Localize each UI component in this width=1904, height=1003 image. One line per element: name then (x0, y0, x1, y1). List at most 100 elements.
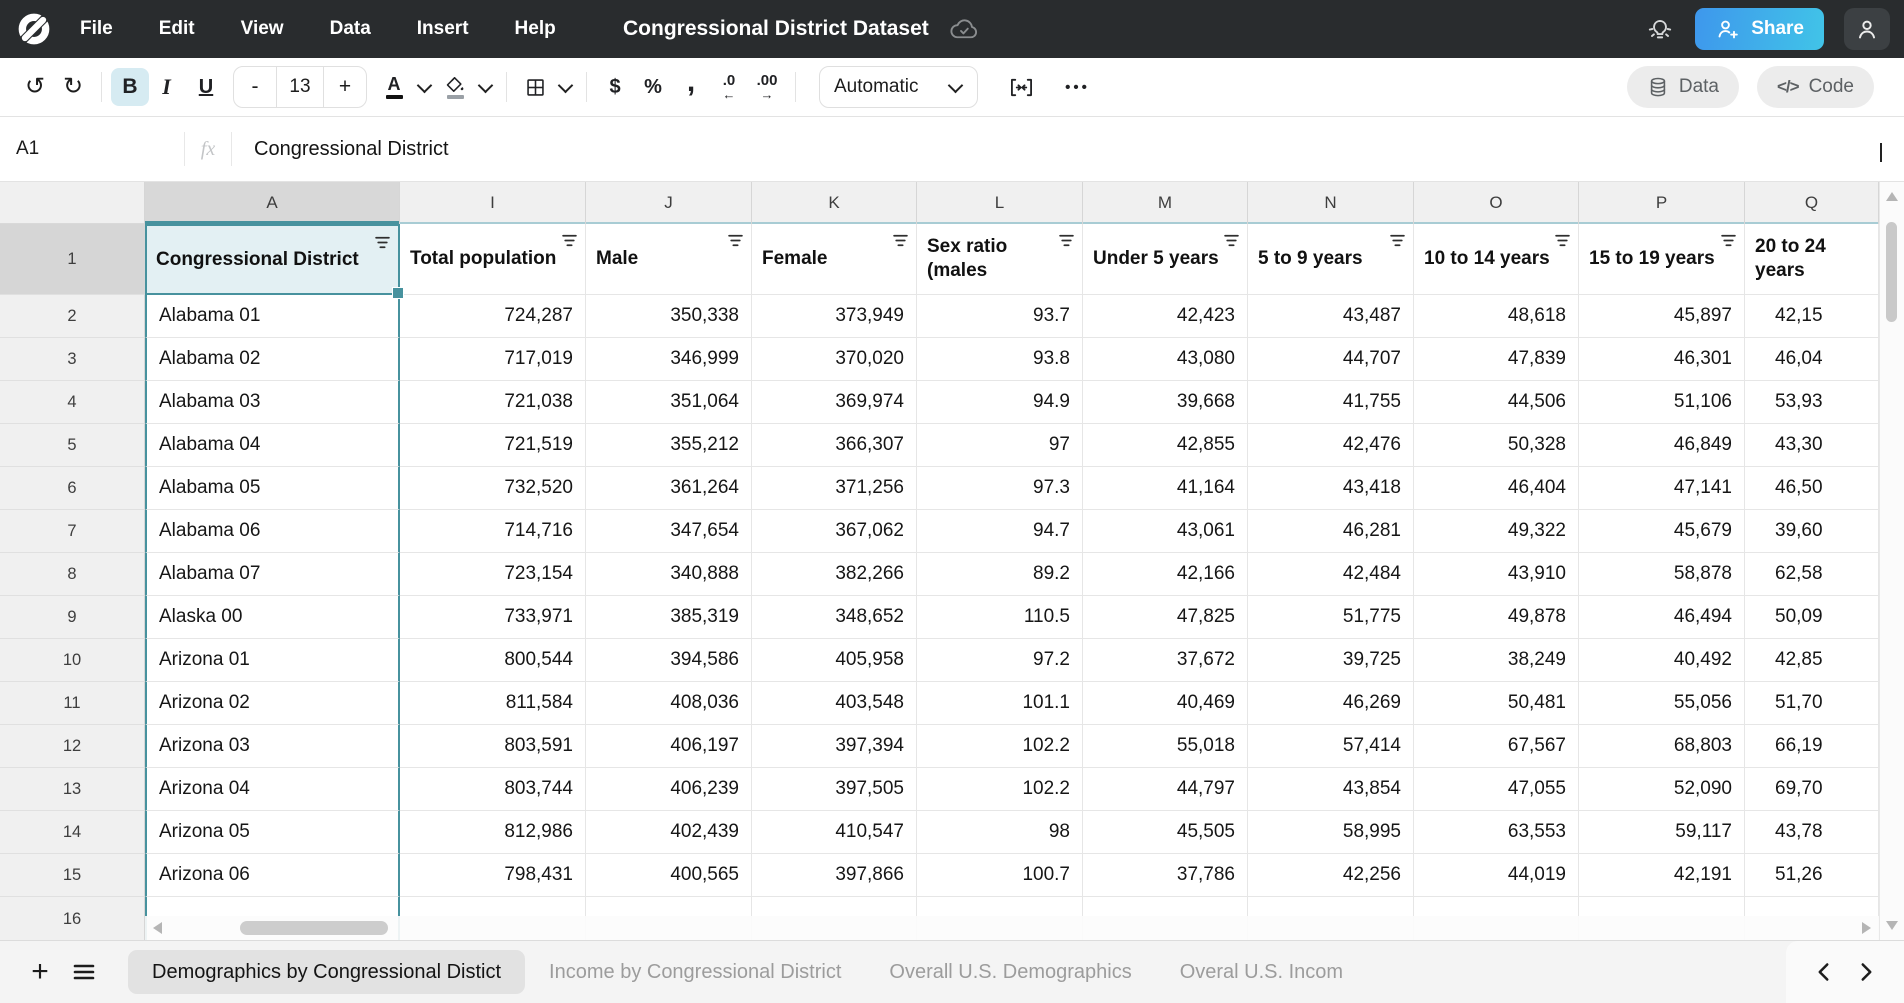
filter-icon[interactable] (1389, 233, 1406, 248)
cell-N2[interactable]: 43,487 (1248, 295, 1414, 338)
sheet-list-button[interactable] (62, 950, 106, 994)
cell-J7[interactable]: 347,654 (586, 510, 752, 553)
cell-A9[interactable]: Alaska 00 (145, 596, 400, 639)
column-header-J[interactable]: J (586, 182, 752, 224)
menu-file[interactable]: File (80, 18, 113, 40)
header-cell-M1[interactable]: Under 5 years (1083, 224, 1248, 295)
row-header-9[interactable]: 9 (0, 596, 145, 639)
row-header-7[interactable]: 7 (0, 510, 145, 553)
cell-Q13[interactable]: 69,70 (1745, 768, 1879, 811)
row-header-2[interactable]: 2 (0, 295, 145, 338)
bold-button[interactable]: B (111, 68, 149, 106)
formula-bar-expand-button[interactable] (1878, 143, 1884, 161)
row-header-15[interactable]: 15 (0, 854, 145, 897)
cell-K4[interactable]: 369,974 (752, 381, 917, 424)
cell-O8[interactable]: 43,910 (1414, 553, 1579, 596)
cell-I2[interactable]: 724,287 (400, 295, 586, 338)
number-format-dropdown[interactable]: Automatic (819, 66, 978, 108)
data-panel-button[interactable]: Data (1627, 66, 1739, 108)
cell-J4[interactable]: 351,064 (586, 381, 752, 424)
row-header-5[interactable]: 5 (0, 424, 145, 467)
cell-L2[interactable]: 93.7 (917, 295, 1083, 338)
cell-O2[interactable]: 48,618 (1414, 295, 1579, 338)
font-size-value[interactable]: 13 (276, 67, 324, 107)
filter-icon[interactable] (1554, 233, 1571, 248)
cell-J6[interactable]: 361,264 (586, 467, 752, 510)
cell-I4[interactable]: 721,038 (400, 381, 586, 424)
header-cell-Q1[interactable]: 20 to 24 years (1745, 224, 1879, 295)
cell-A5[interactable]: Alabama 04 (145, 424, 400, 467)
cell-I11[interactable]: 811,584 (400, 682, 586, 725)
cell-M9[interactable]: 47,825 (1083, 596, 1248, 639)
text-color-dropdown[interactable] (413, 84, 436, 91)
cell-reference-box[interactable]: A1 (0, 138, 184, 160)
fit-columns-button[interactable] (1002, 68, 1040, 106)
sheet-tab-2[interactable]: Income by Congressional District (525, 950, 865, 994)
cell-K10[interactable]: 405,958 (752, 639, 917, 682)
cell-P10[interactable]: 40,492 (1579, 639, 1745, 682)
filter-icon[interactable] (727, 233, 744, 248)
menu-edit[interactable]: Edit (159, 18, 195, 40)
sheet-tab-4[interactable]: Overal U.S. Incom (1156, 950, 1367, 994)
menu-view[interactable]: View (241, 18, 284, 40)
cell-J11[interactable]: 408,036 (586, 682, 752, 725)
cell-J10[interactable]: 394,586 (586, 639, 752, 682)
cell-K5[interactable]: 366,307 (752, 424, 917, 467)
filter-icon[interactable] (1223, 233, 1240, 248)
cell-M15[interactable]: 37,786 (1083, 854, 1248, 897)
cell-N12[interactable]: 57,414 (1248, 725, 1414, 768)
cell-K11[interactable]: 403,548 (752, 682, 917, 725)
cell-L15[interactable]: 100.7 (917, 854, 1083, 897)
cell-Q5[interactable]: 43,30 (1745, 424, 1879, 467)
cell-O7[interactable]: 49,322 (1414, 510, 1579, 553)
filter-icon[interactable] (892, 233, 909, 248)
cell-J14[interactable]: 402,439 (586, 811, 752, 854)
cell-N13[interactable]: 43,854 (1248, 768, 1414, 811)
cell-P3[interactable]: 46,301 (1579, 338, 1745, 381)
cell-P15[interactable]: 42,191 (1579, 854, 1745, 897)
cell-I6[interactable]: 732,520 (400, 467, 586, 510)
cell-M7[interactable]: 43,061 (1083, 510, 1248, 553)
cell-J12[interactable]: 406,197 (586, 725, 752, 768)
cell-M12[interactable]: 55,018 (1083, 725, 1248, 768)
cell-K2[interactable]: 373,949 (752, 295, 917, 338)
cell-A7[interactable]: Alabama 06 (145, 510, 400, 553)
cell-Q11[interactable]: 51,70 (1745, 682, 1879, 725)
cell-O11[interactable]: 50,481 (1414, 682, 1579, 725)
horizontal-scrollbar[interactable] (145, 916, 1879, 940)
previous-sheet-button[interactable] (1817, 962, 1830, 982)
percent-format-button[interactable]: % (634, 68, 672, 106)
cell-P5[interactable]: 46,849 (1579, 424, 1745, 467)
header-cell-N1[interactable]: 5 to 9 years (1248, 224, 1414, 295)
cell-K8[interactable]: 382,266 (752, 553, 917, 596)
account-avatar-button[interactable] (1844, 8, 1890, 50)
cell-N6[interactable]: 43,418 (1248, 467, 1414, 510)
cell-K9[interactable]: 348,652 (752, 596, 917, 639)
cell-K6[interactable]: 371,256 (752, 467, 917, 510)
row-header-3[interactable]: 3 (0, 338, 145, 381)
cell-M4[interactable]: 39,668 (1083, 381, 1248, 424)
cell-L3[interactable]: 93.8 (917, 338, 1083, 381)
fill-color-button[interactable] (436, 68, 474, 106)
cell-L5[interactable]: 97 (917, 424, 1083, 467)
row-header-8[interactable]: 8 (0, 553, 145, 596)
menu-data[interactable]: Data (330, 18, 371, 40)
column-header-L[interactable]: L (917, 182, 1083, 224)
cell-M10[interactable]: 37,672 (1083, 639, 1248, 682)
cell-P8[interactable]: 58,878 (1579, 553, 1745, 596)
cell-K12[interactable]: 397,394 (752, 725, 917, 768)
cell-K13[interactable]: 397,505 (752, 768, 917, 811)
cell-A13[interactable]: Arizona 04 (145, 768, 400, 811)
cell-L10[interactable]: 97.2 (917, 639, 1083, 682)
cell-L13[interactable]: 102.2 (917, 768, 1083, 811)
cell-O14[interactable]: 63,553 (1414, 811, 1579, 854)
row-header-14[interactable]: 14 (0, 811, 145, 854)
filter-icon[interactable] (1058, 233, 1075, 248)
cell-L8[interactable]: 89.2 (917, 553, 1083, 596)
cell-A12[interactable]: Arizona 03 (145, 725, 400, 768)
cell-P14[interactable]: 59,117 (1579, 811, 1745, 854)
cell-K3[interactable]: 370,020 (752, 338, 917, 381)
row-header-6[interactable]: 6 (0, 467, 145, 510)
cell-K15[interactable]: 397,866 (752, 854, 917, 897)
vertical-scrollbar-thumb[interactable] (1886, 222, 1897, 322)
